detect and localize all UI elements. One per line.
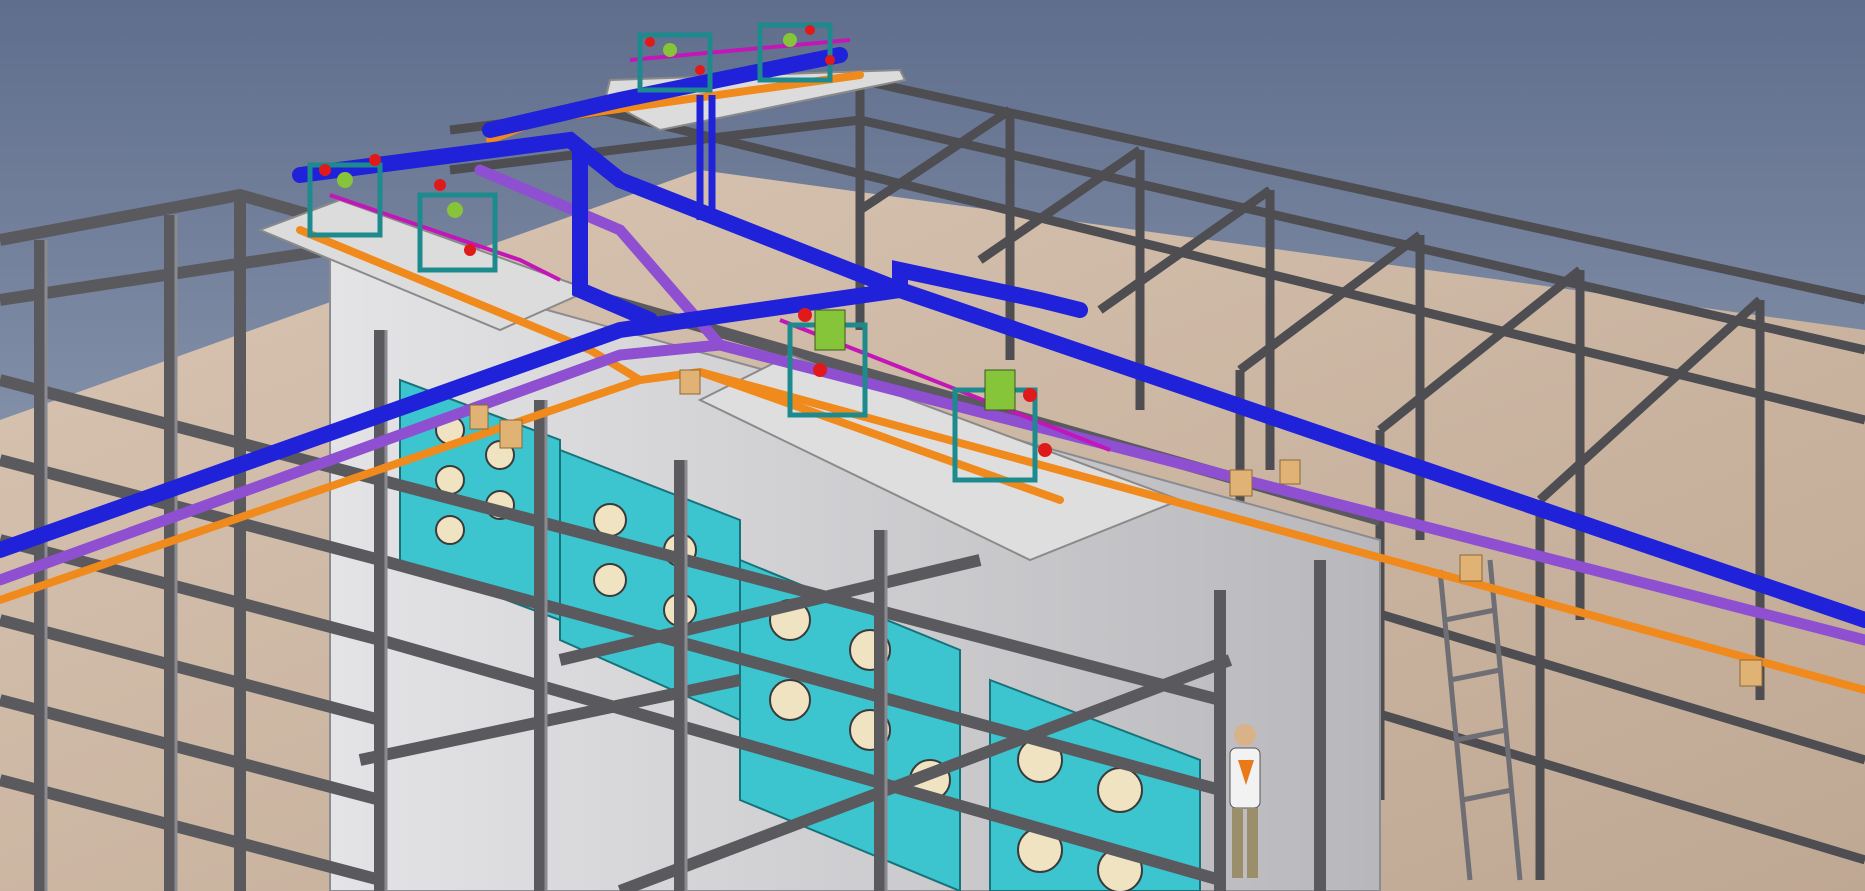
cad-industrial-piping-scene <box>0 0 1865 891</box>
